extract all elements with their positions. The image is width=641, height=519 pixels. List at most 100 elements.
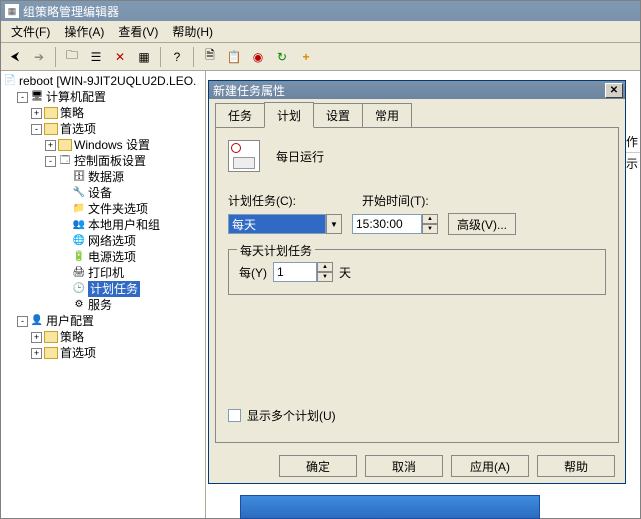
tree-folder-options[interactable]: 📁文件夹选项 [3, 201, 203, 217]
expand-icon[interactable]: + [31, 348, 42, 359]
tab-schedule[interactable]: 计划 [264, 102, 314, 128]
tree-user-preferences[interactable]: +首选项 [3, 345, 203, 361]
back-icon[interactable]: ⮜ [5, 47, 25, 67]
checkbox-box[interactable] [228, 409, 241, 422]
toolbar: ⮜ ➔ 🗀 ☰ ✕ ▦ ? 🗎 📋 ◉ ↻ + [1, 43, 640, 71]
tree-scheduled-tasks[interactable]: 🕒计划任务 [3, 281, 203, 297]
paste-icon[interactable]: 📋 [224, 47, 244, 67]
tree-policies[interactable]: +策略 [3, 105, 203, 121]
daily-schedule-group: 每天计划任务 每(Y) ▲▼ 天 [228, 249, 606, 295]
spin-down-icon[interactable]: ▼ [317, 272, 333, 282]
collapse-icon[interactable]: - [45, 156, 56, 167]
tab-settings[interactable]: 设置 [313, 103, 363, 127]
collapse-icon[interactable]: - [17, 92, 28, 103]
users-icon: 👥 [72, 218, 86, 232]
spin-up-icon[interactable]: ▲ [317, 262, 333, 272]
schedule-combo[interactable]: ▼ [228, 214, 342, 234]
collapse-icon[interactable]: - [17, 316, 28, 327]
forward-icon[interactable]: ➔ [29, 47, 49, 67]
help-icon[interactable]: ? [167, 47, 187, 67]
menu-help[interactable]: 帮助(H) [166, 21, 219, 42]
schedule-combo-input[interactable] [228, 214, 326, 234]
label: 本地用户和组 [88, 217, 160, 233]
expand-icon[interactable]: + [45, 140, 56, 151]
collapse-icon[interactable]: - [31, 124, 42, 135]
tree-data-sources[interactable]: 🗄数据源 [3, 169, 203, 185]
menubar: 文件(F) 操作(A) 查看(V) 帮助(H) [1, 21, 640, 43]
sched-task-label: 计划任务(C): [228, 192, 296, 209]
tree-control-panel[interactable]: -🗔控制面板设置 [3, 153, 203, 169]
tree-devices[interactable]: 🔧设备 [3, 185, 203, 201]
window-title: 组策略管理编辑器 [23, 3, 119, 20]
tab-task[interactable]: 任务 [215, 103, 265, 127]
properties-icon[interactable]: ▦ [134, 47, 154, 67]
power-icon: 🔋 [72, 250, 86, 264]
dialog-title: 新建任务属性 [213, 82, 285, 99]
help-button[interactable]: 帮助 [537, 455, 615, 477]
folder-icon [44, 107, 58, 119]
label: 首选项 [60, 121, 96, 137]
expand-icon[interactable]: + [31, 108, 42, 119]
multi-schedule-label: 显示多个计划(U) [247, 407, 336, 424]
advanced-button[interactable]: 高级(V)... [448, 213, 516, 235]
label: 策略 [60, 329, 84, 345]
expand-icon[interactable]: + [31, 332, 42, 343]
new-task-dialog: 新建任务属性 ✕ 任务 计划 设置 常用 每日运行 计划任务(C): 开始时间(… [208, 80, 626, 484]
tab-common[interactable]: 常用 [362, 103, 412, 127]
stop-icon[interactable]: ◉ [248, 47, 268, 67]
add-icon[interactable]: + [296, 47, 316, 67]
tree-preferences[interactable]: - 首选项 [3, 121, 203, 137]
separator [193, 47, 194, 67]
dialog-titlebar: 新建任务属性 ✕ [209, 81, 625, 99]
every-field[interactable] [273, 262, 317, 282]
printer-icon: 🖨 [72, 266, 86, 280]
tree-pane[interactable]: 📄reboot [WIN-9JIT2UQLU2D.LEO. -🖥计算机配置 + 策… [1, 71, 206, 518]
tree-services[interactable]: ⚙服务 [3, 297, 203, 313]
tree-local-users[interactable]: 👥本地用户和组 [3, 217, 203, 233]
folder-icon [58, 139, 72, 151]
apply-button[interactable]: 应用(A) [451, 455, 529, 477]
tree-power-options[interactable]: 🔋电源选项 [3, 249, 203, 265]
user-icon: 👤 [30, 314, 44, 328]
tree-computer-config[interactable]: -🖥计算机配置 [3, 89, 203, 105]
label: 数据源 [88, 169, 124, 185]
tree-user-policies[interactable]: + 策略 [3, 329, 203, 345]
chevron-down-icon[interactable]: ▼ [326, 214, 342, 234]
cancel-button[interactable]: 取消 [365, 455, 443, 477]
doc-icon[interactable]: 🗎 [200, 47, 220, 67]
app-icon: ▦ [5, 4, 19, 18]
refresh-icon[interactable]: ↻ [272, 47, 292, 67]
label: 打印机 [88, 265, 124, 281]
start-time-field[interactable] [352, 214, 422, 234]
tree-printers[interactable]: 🖨打印机 [3, 265, 203, 281]
menu-file[interactable]: 文件(F) [5, 21, 56, 42]
close-button[interactable]: ✕ [605, 83, 623, 98]
delete-icon[interactable]: ✕ [110, 47, 130, 67]
spin-down-icon[interactable]: ▼ [422, 224, 438, 234]
tree-root[interactable]: 📄reboot [WIN-9JIT2UQLU2D.LEO. [3, 73, 203, 89]
tree-network-options[interactable]: 🌐网络选项 [3, 233, 203, 249]
multi-schedule-checkbox[interactable]: 显示多个计划(U) [228, 407, 336, 424]
tree-windows-settings[interactable]: +Windows 设置 [3, 137, 203, 153]
tree-user-config[interactable]: -👤用户配置 [3, 313, 203, 329]
dialog-buttons: 确定 取消 应用(A) 帮助 [209, 449, 625, 483]
spin-up-icon[interactable]: ▲ [422, 214, 438, 224]
taskbar-item[interactable] [240, 495, 540, 519]
label: 用户配置 [46, 313, 94, 329]
menu-view[interactable]: 查看(V) [112, 21, 164, 42]
tree-root-label: reboot [WIN-9JIT2UQLU2D.LEO. [19, 73, 196, 89]
up-icon[interactable]: 🗀 [62, 47, 82, 67]
daily-run-label: 每日运行 [276, 148, 324, 165]
list-icon[interactable]: ☰ [86, 47, 106, 67]
schedule-icon: 🕒 [72, 282, 86, 296]
network-icon: 🌐 [72, 234, 86, 248]
ok-button[interactable]: 确定 [279, 455, 357, 477]
folder-icon [44, 123, 58, 135]
menu-action[interactable]: 操作(A) [58, 21, 110, 42]
titlebar: ▦ 组策略管理编辑器 [1, 1, 640, 21]
db-icon: 🗄 [72, 170, 86, 184]
every-input[interactable]: ▲▼ [273, 262, 333, 282]
folder-icon [44, 331, 58, 343]
separator [55, 47, 56, 67]
start-time-input[interactable]: ▲▼ [352, 214, 438, 234]
